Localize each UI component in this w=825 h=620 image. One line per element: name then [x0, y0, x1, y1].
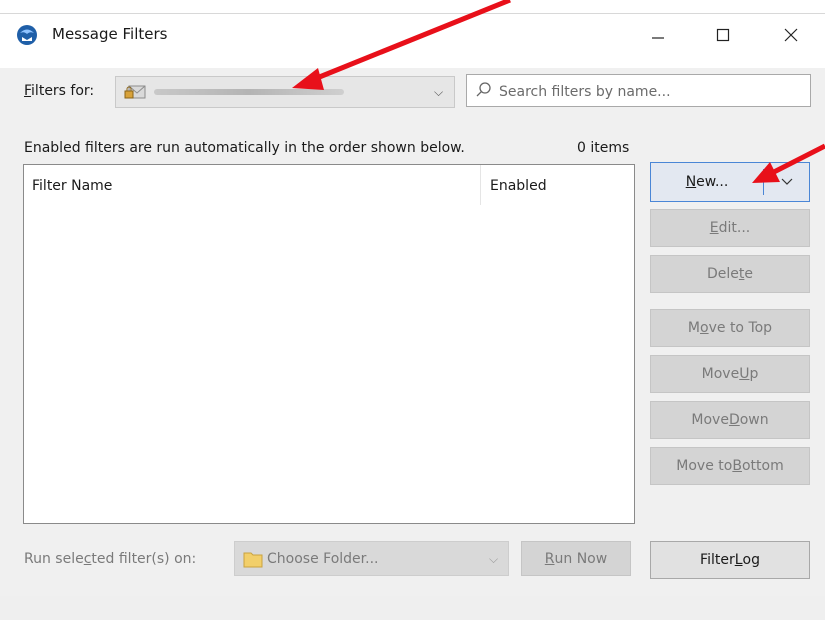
search-input[interactable]	[497, 79, 806, 104]
maximize-icon	[716, 28, 730, 42]
move-down-button[interactable]: Move Down	[650, 401, 810, 439]
new-filter-button[interactable]: New...	[651, 163, 763, 201]
chevron-down-icon: ⌵	[489, 552, 499, 566]
chevron-down-icon: ⌵	[434, 85, 444, 99]
delete-filter-button[interactable]: Dele t e	[650, 255, 810, 293]
folder-icon	[243, 550, 263, 568]
window-top-edge	[0, 0, 825, 14]
column-header-enabled[interactable]: Enabled	[490, 178, 547, 194]
status-bar	[0, 596, 825, 620]
search-box[interactable]	[466, 74, 811, 107]
close-icon	[784, 28, 798, 42]
filter-count: 0 items	[577, 140, 630, 156]
maximize-button[interactable]	[703, 24, 743, 46]
run-now-button[interactable]: Run Now	[521, 541, 631, 576]
minimize-icon	[652, 37, 664, 39]
filter-log-button[interactable]: Filter Log	[650, 541, 810, 579]
folder-select-value: Choose Folder...	[267, 551, 379, 567]
minimize-button[interactable]	[638, 24, 678, 46]
move-to-bottom-button[interactable]: Move to Bottom	[650, 447, 810, 485]
filter-list[interactable]: Filter Name Enabled	[23, 164, 635, 524]
filters-info-text: Enabled filters are run automatically in…	[24, 140, 465, 156]
account-select[interactable]: ⌵	[115, 76, 455, 108]
close-button[interactable]	[771, 24, 811, 46]
search-icon	[475, 81, 493, 99]
new-filter-dropdown-button[interactable]	[764, 163, 809, 201]
move-up-button[interactable]: Move Up	[650, 355, 810, 393]
thunderbird-app-icon	[16, 24, 38, 46]
edit-filter-button[interactable]: Edit...	[650, 209, 810, 247]
column-divider	[480, 165, 481, 205]
window-title: Message Filters	[52, 25, 168, 43]
run-selected-filters-label: Run selected filter(s) on:	[24, 551, 197, 567]
account-icon	[124, 84, 146, 100]
chevron-down-icon	[781, 178, 792, 185]
move-to-top-button[interactable]: Mo ve to Top	[650, 309, 810, 347]
new-filter-split-button: New...	[650, 162, 810, 202]
run-on-folder-select[interactable]: Choose Folder... ⌵	[234, 541, 509, 576]
account-name-redacted	[154, 89, 344, 95]
column-header-filter-name[interactable]: Filter Name	[32, 178, 112, 194]
filters-for-label: Filters for:	[24, 83, 95, 99]
